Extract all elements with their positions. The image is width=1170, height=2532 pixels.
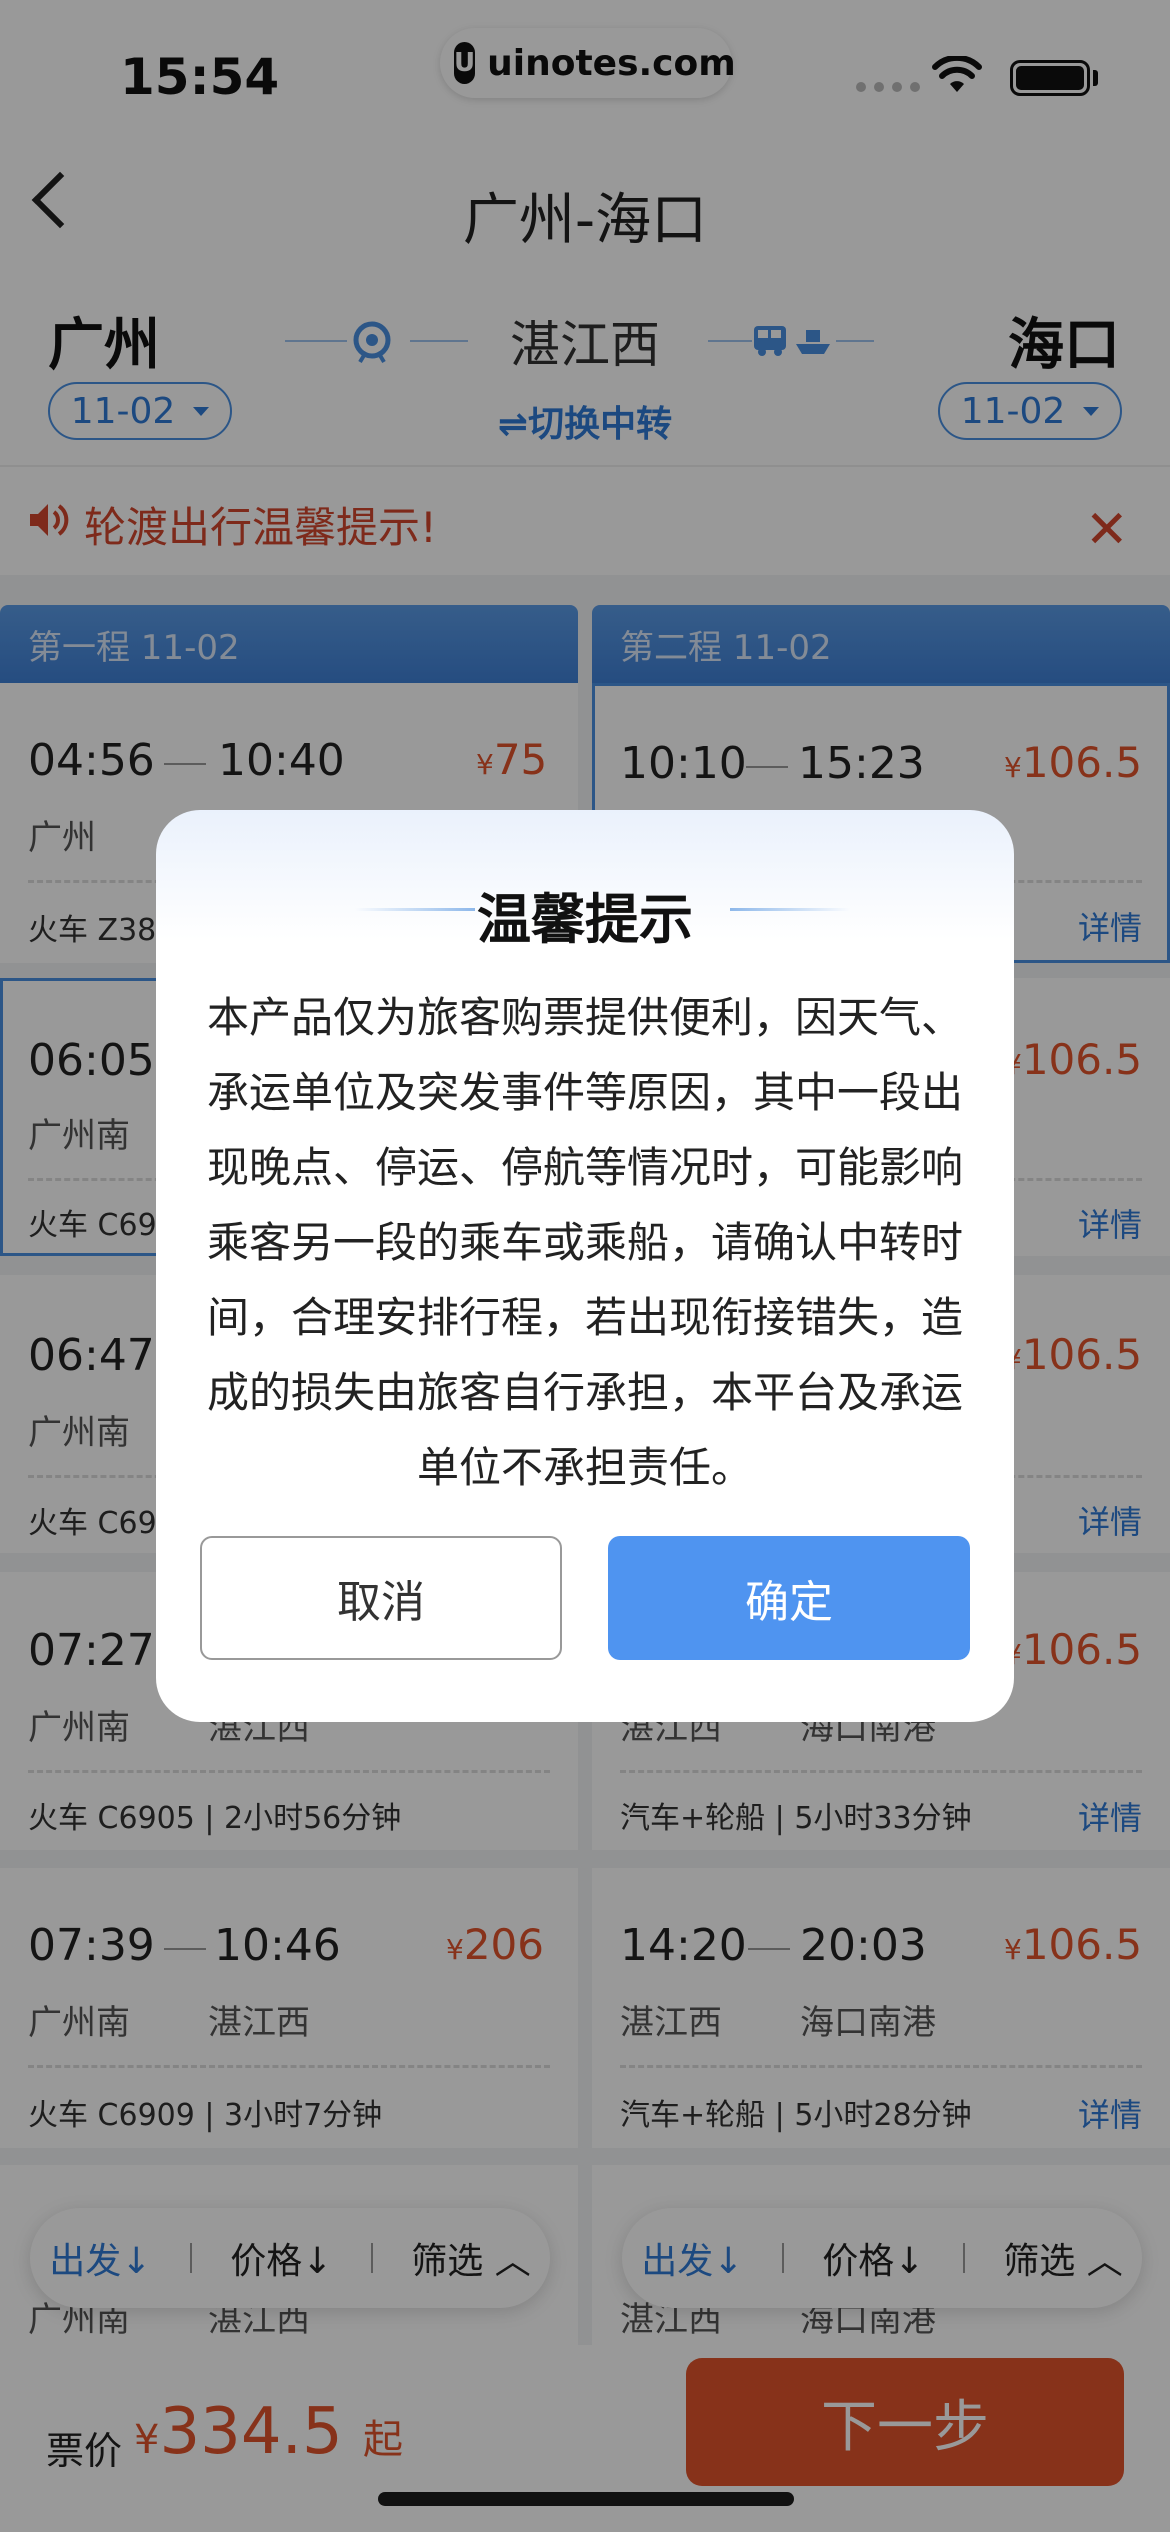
confirm-button[interactable]: 确定 [608,1536,970,1660]
home-indicator [378,2492,794,2506]
dialog-title: 温馨提示 [477,888,693,951]
dialog-message: 本产品仅为旅客购票提供便利，因天气、承运单位及突发事件等原因，其中一段出现晚点、… [206,993,963,1492]
cancel-button[interactable]: 取消 [200,1536,562,1660]
